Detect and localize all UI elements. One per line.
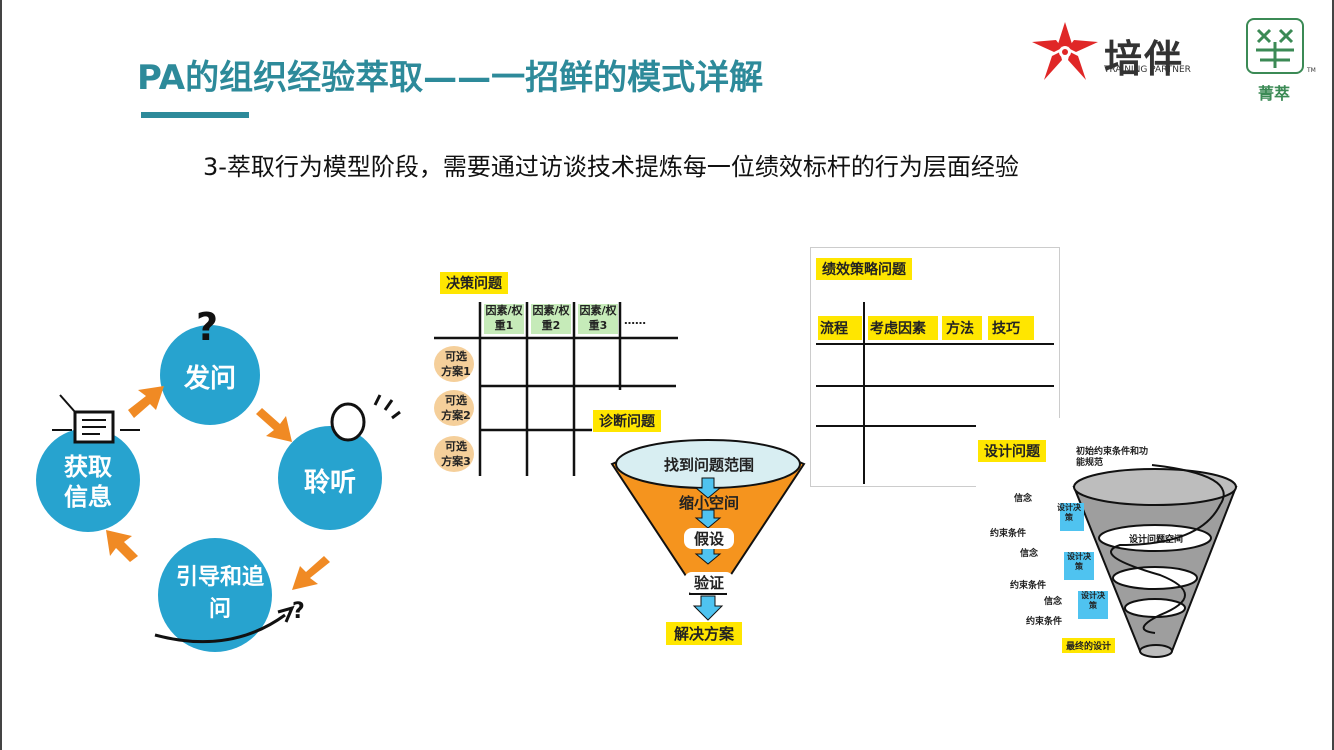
title-underline <box>141 112 249 118</box>
performance-header-process: 流程 <box>820 321 848 337</box>
svg-text:?: ? <box>292 599 305 624</box>
diagnosis-step-1: 找到问题范围 <box>663 456 754 474</box>
design-result: 最终的设计 <box>1062 638 1116 653</box>
diagnosis-title: 诊断问题 <box>593 410 661 432</box>
design-box-1: 设计决策 <box>1057 503 1081 522</box>
performance-header-method: 方法 <box>946 321 974 337</box>
arrow-listen-guide-icon <box>292 556 330 590</box>
slide-title: PA的组织经验萃取——一招鲜的模式详解 <box>137 58 764 98</box>
trademark: TM <box>1307 67 1316 74</box>
arrow-guide-info-icon <box>106 530 138 562</box>
flower-logo-icon <box>1032 22 1098 80</box>
design-constraint-1: 约束条件 <box>990 529 1027 539</box>
decision-row-2: 可选方案2 <box>441 394 471 422</box>
performance-title: 绩效策略问题 <box>816 258 912 280</box>
diagnosis-step-2: 缩小空间 <box>678 494 739 512</box>
diagnosis-step-4: 验证 <box>684 572 734 593</box>
brand-subtitle: TRAINING PARTNER <box>1104 65 1191 75</box>
diagnosis-result: 解决方案 <box>666 622 743 645</box>
diagnosis-step-3: 假设 <box>684 528 734 549</box>
design-box-2: 设计决策 <box>1067 552 1091 571</box>
design-box-3: 设计决策 <box>1081 591 1105 610</box>
decision-header-3: 因素/权重3 <box>579 304 617 332</box>
arrow-info-ask-icon <box>128 386 164 418</box>
performance-header-skill: 技巧 <box>992 321 1020 337</box>
decision-header-1: 因素/权重1 <box>485 304 523 332</box>
design-belief-2: 信念 <box>1020 549 1039 559</box>
design-title: 设计问题 <box>978 440 1046 462</box>
decision-header-2: 因素/权重2 <box>532 304 570 332</box>
slide-subtitle: 3-萃取行为模型阶段，需要通过访谈技术提炼每一位绩效标杆的行为层面经验 <box>203 153 1019 181</box>
design-belief-1: 信念 <box>1014 494 1033 504</box>
design-center-label: 设计问题空间 <box>1128 535 1183 545</box>
cycle-label-ask: 发问 <box>183 364 236 394</box>
cycle-label-guide: 引导和追问 <box>175 565 264 622</box>
arrow-ask-listen-icon <box>256 408 292 442</box>
decision-header-more: …… <box>624 314 646 327</box>
cycle-label-info: 获取信息 <box>64 453 112 511</box>
partner-name: 菁萃 <box>1258 84 1291 103</box>
design-constraint-3: 约束条件 <box>1026 617 1063 627</box>
design-constraint-2: 约束条件 <box>1010 581 1047 591</box>
design-belief-3: 信念 <box>1044 597 1063 607</box>
question-mark-icon: ? <box>196 305 218 349</box>
decision-title: 决策问题 <box>440 272 508 294</box>
lightbulb-icon <box>330 394 401 442</box>
cycle-label-listen: 聆听 <box>303 468 356 498</box>
decision-row-3: 可选方案3 <box>441 440 471 468</box>
performance-header-factors: 考虑因素 <box>870 321 926 337</box>
partner-logo-icon <box>1246 18 1304 74</box>
decision-row-1: 可选方案1 <box>441 350 471 378</box>
svg-text:?: ? <box>196 305 218 349</box>
